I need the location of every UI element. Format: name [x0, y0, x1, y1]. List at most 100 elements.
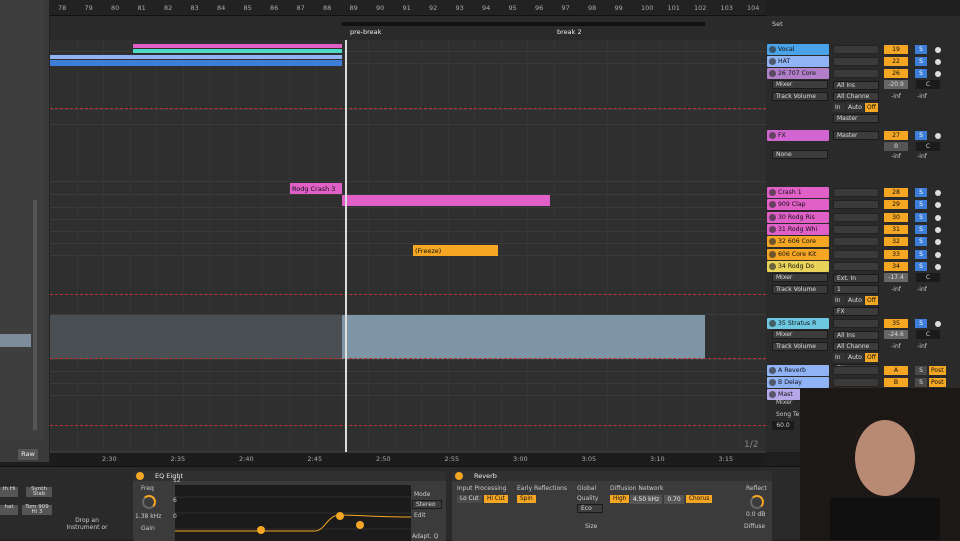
track-name-5[interactable]: 909 Clap	[767, 199, 829, 210]
monitor-in-button[interactable]: In	[833, 296, 845, 305]
freq-value[interactable]: 1.38 kHz	[135, 513, 161, 520]
track-number[interactable]: 22	[884, 57, 908, 66]
arm-button[interactable]	[935, 239, 941, 245]
track-name-12[interactable]: A Reverb	[767, 365, 829, 376]
track-number[interactable]: 28	[884, 188, 908, 197]
send-slot[interactable]	[833, 57, 879, 66]
solo-button[interactable]: S	[915, 225, 927, 234]
track-fold-icon[interactable]	[769, 201, 776, 208]
arm-button[interactable]	[935, 227, 941, 233]
drum-pad[interactable]: Tom 909 Hi 3	[22, 504, 52, 515]
reflect-value[interactable]: 0.0 dB	[746, 511, 765, 518]
clip-stratus[interactable]	[342, 315, 705, 359]
track-fold-icon[interactable]	[769, 379, 776, 386]
mode-select[interactable]: Stereo	[412, 500, 442, 509]
track-number[interactable]: A	[884, 366, 908, 375]
track-fold-icon[interactable]	[769, 214, 776, 221]
input-channel-select[interactable]: All Channe	[833, 92, 879, 101]
solo-button[interactable]: S	[915, 131, 927, 140]
lo-cut-button[interactable]: Lo Cut	[457, 495, 482, 503]
send-slot[interactable]	[833, 213, 879, 222]
power-icon[interactable]	[455, 472, 463, 480]
clip-strip[interactable]	[133, 49, 342, 53]
chorus-button[interactable]: Chorus	[686, 495, 713, 503]
input-type-select[interactable]: All Ins	[833, 81, 879, 90]
solo-button[interactable]: S	[915, 57, 927, 66]
solo-button[interactable]: S	[915, 188, 927, 197]
hi-cut-button[interactable]: Hi Cut	[484, 495, 508, 503]
monitor-auto-button[interactable]: Auto	[846, 103, 864, 112]
volume-value[interactable]: -24.6	[884, 330, 908, 339]
send-slot[interactable]	[833, 319, 879, 328]
output-select[interactable]: Master	[833, 131, 879, 140]
high-button[interactable]: High	[610, 495, 630, 503]
track-name-0[interactable]: Vocal	[767, 44, 829, 55]
output-select[interactable]: Master	[833, 114, 879, 123]
track-fold-icon[interactable]	[769, 320, 776, 327]
post-button[interactable]: Post	[929, 378, 946, 387]
clip-freeze[interactable]: (Freeze)	[413, 245, 498, 256]
reflect-knob[interactable]	[750, 495, 764, 509]
volume-value[interactable]: -20.9	[884, 80, 908, 89]
raw-button[interactable]: Raw	[18, 449, 38, 460]
drum-pad[interactable]: th Hi	[0, 486, 18, 497]
pan-value[interactable]: C	[916, 330, 940, 339]
track-fold-icon[interactable]	[769, 263, 776, 270]
solo-button[interactable]: S	[915, 237, 927, 246]
solo-button[interactable]: S	[915, 200, 927, 209]
drum-pad[interactable]: Synth Stab	[26, 486, 52, 497]
monitor-select[interactable]: Mixer	[772, 80, 828, 89]
arm-button[interactable]	[935, 252, 941, 258]
loop-brace[interactable]	[342, 22, 705, 26]
automation-select[interactable]: Track Volume	[772, 285, 828, 294]
high-freq-value[interactable]: 4.50 kHz	[630, 495, 662, 504]
monitor-off-button[interactable]: Off	[865, 296, 878, 305]
bar-ruler[interactable]: 78 79 80 81 82 83 84 85 86 87 88 89 90 91 92 93 94 95 96 97…	[50, 0, 766, 16]
locator-row[interactable]: pre-break break 2	[50, 16, 766, 40]
input-channel-select[interactable]: All Channe	[833, 342, 879, 351]
power-icon[interactable]	[136, 472, 144, 480]
send-slot[interactable]	[833, 45, 879, 54]
monitor-select[interactable]: Mixer	[772, 273, 828, 282]
clip-stratus-inactive[interactable]	[50, 315, 342, 359]
send-slot[interactable]	[833, 225, 879, 234]
solo-button[interactable]: S	[915, 262, 927, 271]
solo-button[interactable]: S	[915, 319, 927, 328]
monitor-in-button[interactable]: In	[833, 103, 845, 112]
solo-button[interactable]: S	[915, 250, 927, 259]
playhead[interactable]	[345, 40, 347, 452]
clip-909-clap[interactable]	[342, 195, 550, 206]
clip-rodg-crash[interactable]: Rodg Crash 3	[290, 183, 342, 194]
monitor-select[interactable]: Mixer	[772, 330, 828, 339]
track-name-2[interactable]: 26 707 Core	[767, 68, 829, 79]
monitor-auto-button[interactable]: Auto	[846, 296, 864, 305]
track-fold-icon[interactable]	[769, 58, 776, 65]
browser-selected-item[interactable]	[0, 334, 31, 347]
track-name-6[interactable]: 30 Rodg Ris	[767, 212, 829, 223]
send-slot[interactable]	[833, 366, 879, 375]
automation-select[interactable]: Track Volume	[772, 92, 828, 101]
send-slot[interactable]	[833, 237, 879, 246]
pan-value[interactable]: C	[916, 273, 940, 282]
clip-strip[interactable]	[50, 60, 342, 66]
track-number[interactable]: 29	[884, 200, 908, 209]
arm-button[interactable]	[935, 59, 941, 65]
freq-knob[interactable]	[142, 495, 156, 509]
track-number[interactable]: 35	[884, 319, 908, 328]
track-fold-icon[interactable]	[769, 251, 776, 258]
tempo-value[interactable]: 60.0	[772, 421, 794, 430]
eq-graph[interactable]	[175, 485, 411, 541]
output-select[interactable]: FX	[833, 307, 879, 316]
track-number[interactable]: 32	[884, 237, 908, 246]
monitor-in-button[interactable]: In	[833, 353, 845, 362]
track-fold-icon[interactable]	[769, 226, 776, 233]
adapt-q-label[interactable]: Adapt. Q	[412, 533, 438, 540]
track-name-3[interactable]: FX	[767, 130, 829, 141]
send-slot[interactable]	[833, 188, 879, 197]
track-number[interactable]: 27	[884, 131, 908, 140]
track-number[interactable]: 26	[884, 69, 908, 78]
track-fold-icon[interactable]	[769, 132, 776, 139]
track-number[interactable]: 19	[884, 45, 908, 54]
pan-value[interactable]: C	[916, 142, 940, 151]
track-fold-icon[interactable]	[769, 46, 776, 53]
